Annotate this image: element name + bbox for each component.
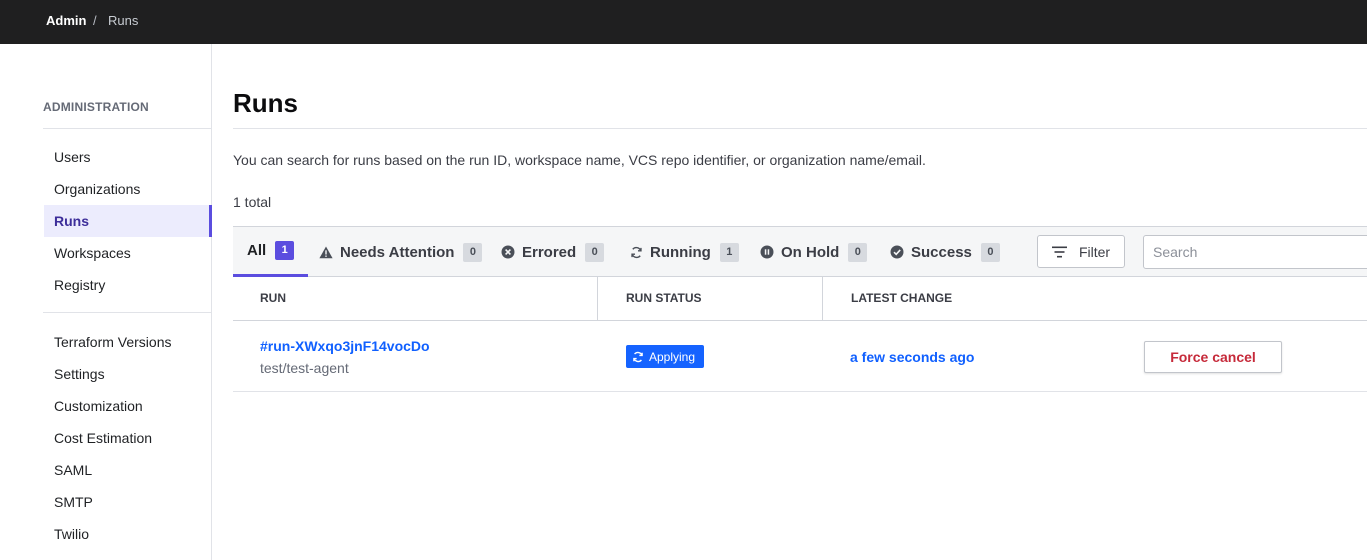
- breadcrumb-separator: /: [93, 13, 97, 28]
- sidebar-item-users[interactable]: Users: [44, 141, 212, 173]
- breadcrumb-admin-link[interactable]: Admin: [46, 13, 86, 28]
- warning-icon: [319, 245, 333, 259]
- sidebar-divider: [43, 128, 212, 129]
- sidebar-divider: [43, 312, 212, 313]
- filter-button[interactable]: Filter: [1037, 235, 1125, 268]
- sidebar-item-organizations[interactable]: Organizations: [44, 173, 212, 205]
- tab-success[interactable]: Success 0: [890, 227, 1000, 277]
- search-input[interactable]: [1143, 235, 1367, 269]
- sidebar-item-workspaces[interactable]: Workspaces: [44, 237, 212, 269]
- results-total: 1 total: [233, 194, 272, 210]
- title-divider: [233, 128, 1367, 129]
- tab-count-badge: 1: [719, 242, 739, 262]
- run-workspace: test/test-agent: [260, 360, 349, 376]
- tab-count-badge: 0: [848, 242, 868, 262]
- run-id-link[interactable]: #run-XWxqo3jnF14vocDo: [260, 338, 430, 354]
- run-status-tabs: All 1 Needs Attention 0 Errored 0 Runnin…: [233, 226, 1367, 277]
- sidebar-item-registry[interactable]: Registry: [44, 269, 212, 301]
- tab-on-hold[interactable]: On Hold 0: [760, 227, 868, 277]
- tab-errored[interactable]: Errored 0: [501, 227, 605, 277]
- latest-change-link[interactable]: a few seconds ago: [850, 349, 974, 365]
- sidebar-item-settings[interactable]: Settings: [44, 358, 212, 390]
- sidebar-item-saml[interactable]: SAML: [44, 454, 212, 486]
- column-divider: [822, 277, 823, 320]
- column-header-run-status: RUN STATUS: [626, 291, 702, 305]
- tab-count-badge: 0: [980, 242, 1000, 262]
- x-circle-icon: [501, 245, 515, 259]
- sidebar-item-twilio[interactable]: Twilio: [44, 518, 212, 550]
- column-header-run: RUN: [260, 291, 286, 305]
- tab-running[interactable]: Running 1: [629, 227, 739, 277]
- tab-label: Success: [911, 243, 972, 261]
- tab-count-badge: 0: [463, 242, 483, 262]
- breadcrumb-current: Runs: [108, 13, 139, 28]
- page-title: Runs: [233, 88, 298, 118]
- table-row: #run-XWxqo3jnF14vocDo test/test-agent Ap…: [233, 321, 1367, 392]
- tab-label: All: [247, 242, 267, 259]
- tab-needs-attention[interactable]: Needs Attention 0: [319, 227, 483, 277]
- status-badge-label: Applying: [649, 349, 696, 364]
- tab-label: On Hold: [781, 243, 840, 261]
- sidebar-item-cost-estimation[interactable]: Cost Estimation: [44, 422, 212, 454]
- sidebar-item-customization[interactable]: Customization: [44, 390, 212, 422]
- top-navigation-bar: Admin / Runs: [0, 0, 1367, 44]
- tab-label: Errored: [522, 243, 577, 261]
- refresh-icon: [632, 351, 644, 363]
- filter-icon: [1051, 246, 1067, 258]
- runs-table-header: RUN RUN STATUS LATEST CHANGE: [233, 277, 1367, 321]
- status-badge: Applying: [626, 345, 705, 368]
- admin-sidebar: ADMINISTRATION Users Organizations Runs …: [0, 44, 212, 560]
- page-description: You can search for runs based on the run…: [233, 152, 926, 168]
- tab-count-badge: 0: [585, 242, 605, 262]
- sidebar-item-terraform-versions[interactable]: Terraform Versions: [44, 326, 212, 358]
- column-divider: [597, 277, 598, 320]
- tab-count-badge: 1: [275, 241, 295, 260]
- sidebar-item-runs[interactable]: Runs: [44, 205, 212, 237]
- filter-button-label: Filter: [1078, 243, 1111, 260]
- check-circle-icon: [890, 245, 904, 259]
- tab-label: Needs Attention: [340, 243, 455, 261]
- sidebar-item-smtp[interactable]: SMTP: [44, 486, 212, 518]
- column-header-latest-change: LATEST CHANGE: [851, 291, 953, 305]
- sidebar-heading: ADMINISTRATION: [43, 100, 149, 114]
- refresh-icon: [629, 245, 643, 259]
- force-cancel-button[interactable]: Force cancel: [1144, 341, 1282, 373]
- pause-circle-icon: [760, 245, 774, 259]
- tab-label: Running: [650, 243, 711, 261]
- tab-all[interactable]: All 1: [233, 227, 309, 277]
